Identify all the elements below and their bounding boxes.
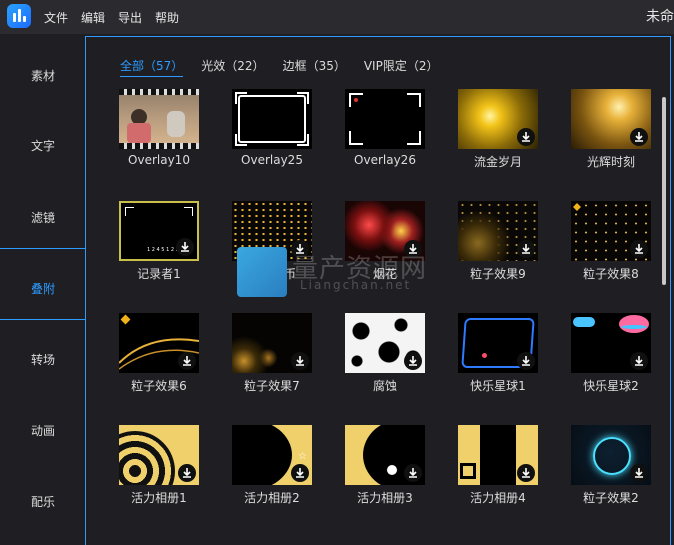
overlay-thumbnail: ☆: [232, 425, 312, 485]
overlay-label: 活力相册4: [470, 491, 526, 505]
overlay-label: 粒子效果7: [244, 379, 300, 393]
overlay-label: 粒子效果8: [583, 267, 639, 281]
download-icon[interactable]: [178, 352, 196, 370]
download-icon[interactable]: [630, 464, 648, 482]
download-icon[interactable]: [517, 240, 535, 258]
overlay-label: Overlay26: [354, 153, 416, 167]
download-icon[interactable]: [630, 128, 648, 146]
title-bar: 文件 编辑 导出 帮助 未命: [0, 0, 674, 34]
download-icon[interactable]: [291, 352, 309, 370]
overlay-thumbnail: [232, 313, 312, 373]
overlay-label: 腐蚀: [372, 379, 397, 393]
overlay-label: 记录者1: [137, 267, 181, 281]
sidebar-item-music[interactable]: 配乐: [0, 466, 86, 536]
app-logo-icon: [7, 4, 31, 28]
overlay-thumbnail: 1 2 4 5 1 2 3: [119, 201, 199, 261]
sidebar-item-text[interactable]: 文字: [0, 110, 86, 180]
download-icon[interactable]: [404, 464, 422, 482]
overlay-thumbnail: [571, 201, 651, 261]
menu-file[interactable]: 文件: [44, 9, 68, 26]
download-icon[interactable]: [517, 352, 535, 370]
sidebar-active-top-border: [0, 248, 86, 249]
sidebar-item-material[interactable]: 素材: [0, 40, 86, 110]
overlay-thumbnail: [119, 313, 199, 373]
tab-vip[interactable]: VIP限定（2）: [364, 57, 439, 77]
download-icon[interactable]: [404, 352, 422, 370]
menu-bar: 文件 编辑 导出 帮助: [44, 0, 179, 34]
overlay-label: 流金岁月: [473, 155, 522, 169]
tab-all[interactable]: 全部（57）: [120, 57, 184, 77]
overlay-thumbnail: [345, 89, 425, 149]
download-icon[interactable]: [517, 464, 535, 482]
tab-borders[interactable]: 边框（35）: [283, 57, 346, 77]
download-icon[interactable]: [291, 464, 309, 482]
window-title: 未命: [646, 9, 674, 25]
overlay-thumbnail: [571, 89, 651, 149]
overlay-thumbnail: [571, 313, 651, 373]
watermark-logo-icon: [237, 247, 287, 297]
overlay-thumbnail: [571, 425, 651, 485]
menu-export[interactable]: 导出: [118, 9, 142, 26]
overlay-thumbnail: [345, 313, 425, 373]
sidebar-item-overlay[interactable]: 叠附: [0, 253, 86, 323]
overlay-label: 光辉时刻: [586, 155, 635, 169]
sidebar-item-filter[interactable]: 滤镜: [0, 182, 86, 252]
download-icon[interactable]: [176, 238, 194, 256]
overlay-thumbnail: [119, 89, 199, 149]
download-icon[interactable]: [630, 240, 648, 258]
download-icon[interactable]: [178, 464, 196, 482]
tab-light-effects[interactable]: 光效（22）: [201, 57, 264, 77]
overlay-label: 活力相册1: [131, 491, 187, 505]
overlay-thumbnail: [345, 425, 425, 485]
download-icon[interactable]: [630, 352, 648, 370]
overlay-label: 活力相册3: [357, 491, 413, 505]
overlay-label: 活力相册2: [244, 491, 300, 505]
menu-edit[interactable]: 编辑: [81, 9, 105, 26]
overlay-label: 快乐星球1: [470, 379, 526, 393]
overlay-thumbnail: [458, 425, 538, 485]
scrollbar-thumb[interactable]: [662, 97, 666, 285]
overlay-thumbnail: [232, 89, 312, 149]
overlay-label: Overlay25: [241, 153, 303, 167]
overlay-thumbnail: [458, 89, 538, 149]
overlay-label: Overlay10: [128, 153, 190, 167]
menu-help[interactable]: 帮助: [155, 9, 179, 26]
overlay-thumbnail: [458, 313, 538, 373]
overlay-label: 快乐星球2: [583, 379, 639, 393]
watermark-url: Liangchan.net: [300, 278, 412, 292]
overlay-label: 粒子效果2: [583, 491, 639, 505]
sidebar-item-animation[interactable]: 动画: [0, 395, 86, 465]
overlay-label: 粒子效果9: [470, 267, 526, 281]
download-icon[interactable]: [517, 128, 535, 146]
overlay-thumbnail: [458, 201, 538, 261]
overlay-thumbnail: [119, 425, 199, 485]
category-tabs: 全部（57） 光效（22） 边框（35） VIP限定（2）: [120, 57, 438, 77]
overlay-label: 粒子效果6: [131, 379, 187, 393]
sidebar-item-transition[interactable]: 转场: [0, 324, 86, 394]
sidebar-active-bottom-border: [0, 319, 86, 320]
sidebar: 素材 文字 滤镜 叠附 转场 动画 配乐: [0, 34, 86, 545]
